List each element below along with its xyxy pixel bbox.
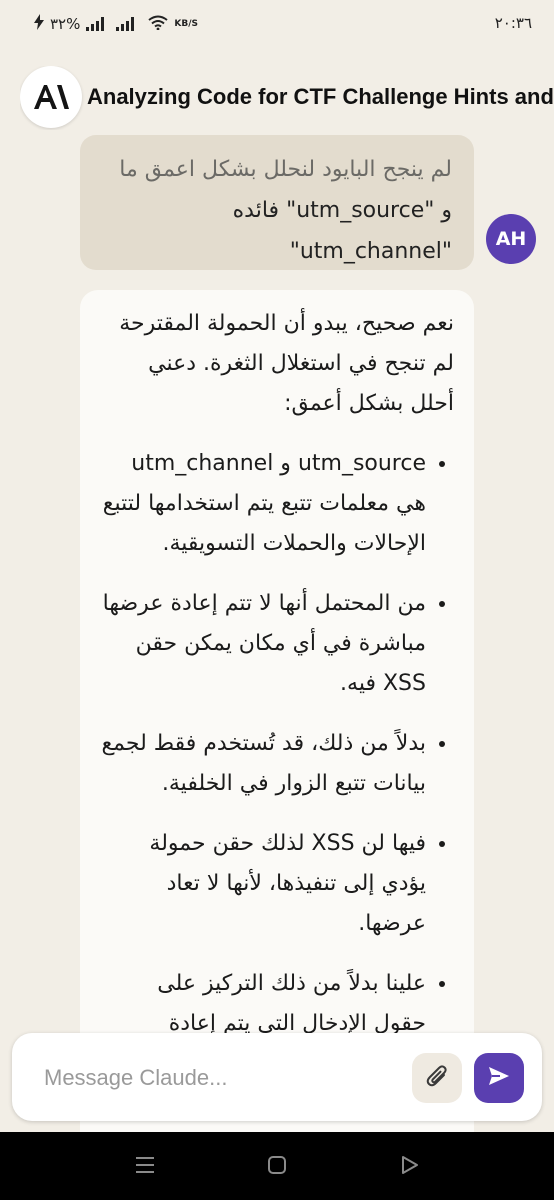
status-left: ٣٢% KB/S [34, 14, 198, 34]
home-icon [266, 1154, 288, 1180]
list-item: علينا بدلاً من ذلك التركيز على حقول الإد… [100, 964, 426, 1044]
list-item: utm_source و utm_channel هي معلمات تتبع … [100, 444, 426, 564]
conversation-title[interactable]: Analyzing Code for CTF Challenge Hints a… [87, 84, 554, 110]
back-icon [398, 1154, 420, 1180]
recent-apps-button[interactable] [132, 1154, 158, 1180]
status-bar: ٣٢% KB/S ٢٠:٣٦ [0, 0, 554, 46]
send-button[interactable] [474, 1053, 524, 1103]
paperclip-icon [426, 1064, 448, 1092]
signal-icon-2 [116, 17, 135, 31]
chat-header: Analyzing Code for CTF Challenge Hints a… [20, 66, 554, 130]
back-button[interactable] [396, 1154, 422, 1180]
user-message-line: لم ينجح البايود لنحلل بشكل اعمق ما [119, 157, 452, 182]
home-button[interactable] [264, 1154, 290, 1180]
send-icon [488, 1066, 510, 1090]
system-navigation-bar [0, 1132, 554, 1200]
message-input[interactable] [42, 1057, 386, 1099]
battery-text: ٣٢% [50, 15, 81, 33]
user-avatar: AH [486, 214, 536, 264]
status-time: ٢٠:٣٦ [494, 14, 532, 32]
user-message-line: "utm_channel" [289, 239, 452, 264]
user-message-bubble: لم ينجح البايود لنحلل بشكل اعمق ما و "ut… [80, 135, 474, 270]
list-item: فيها لن XSS لذلك حقن حمولة يؤدي إلى تنفي… [100, 824, 426, 944]
user-message-line: و "utm_source" فائده [232, 198, 452, 223]
list-item: من المحتمل أنها لا تتم إعادة عرضها مباشر… [100, 584, 426, 704]
list-item: بدلاً من ذلك، قد تُستخدم فقط لجمع بيانات… [100, 724, 426, 804]
network-speed-unit: KB/S [174, 18, 198, 29]
assistant-bullet-list: utm_source و utm_channel هي معلمات تتبع … [100, 444, 454, 1044]
attach-button[interactable] [412, 1053, 462, 1103]
recent-apps-icon [134, 1155, 156, 1179]
signal-icon [86, 17, 105, 31]
assistant-intro: نعم صحيح، يبدو أن الحمولة المقترحة لم تن… [119, 311, 454, 416]
message-composer [12, 1033, 542, 1121]
wifi-icon [148, 15, 169, 34]
claude-logo-icon[interactable] [20, 66, 82, 128]
charging-icon [34, 14, 44, 34]
